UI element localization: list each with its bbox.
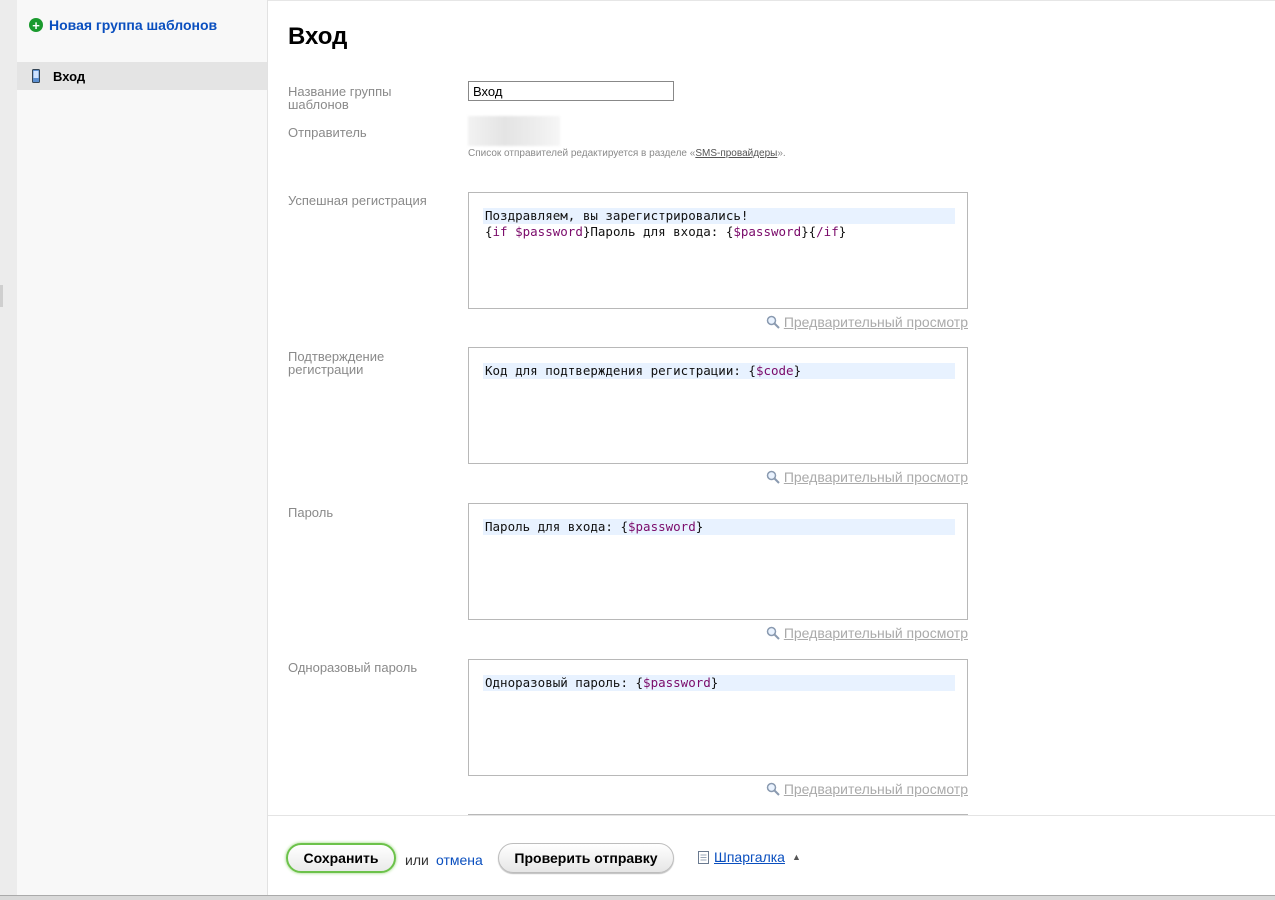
template-editor[interactable]: Пароль для входа: {$password} [468, 503, 968, 620]
template-text: Поздравляем, вы зарегистрировались! [485, 208, 749, 223]
page-title: Вход [288, 23, 348, 50]
magnifier-icon [766, 315, 780, 329]
sender-value-blurred [468, 116, 560, 146]
template-text: { [485, 224, 493, 239]
template-text: } [695, 519, 704, 534]
preview-label: Предварительный просмотр [783, 625, 968, 641]
cancel-link[interactable]: отмена [436, 852, 483, 868]
preview-link[interactable]: Предварительный просмотр [763, 314, 968, 330]
template-text: } [838, 224, 847, 239]
editor-line: Пароль для входа: {$password} [483, 519, 955, 535]
template-variable: $password [643, 675, 711, 690]
template-variable: $password [628, 519, 696, 534]
plus-circle-icon: + [29, 18, 43, 32]
main-panel: Вход Название группы шаблонов Отправител… [268, 0, 1275, 815]
editor-line: Одноразовый пароль: {$password} [483, 675, 955, 691]
sidebar: + Новая группа шаблонов Вход [17, 0, 268, 900]
magnifier-icon [766, 470, 780, 484]
preview-link[interactable]: Предварительный просмотр [763, 781, 968, 797]
preview-label: Предварительный просмотр [783, 469, 968, 485]
template-text: } [793, 363, 802, 378]
cheatsheet-label: Шпаргалка [714, 849, 785, 865]
template-variable: if $password [492, 224, 583, 239]
magnifier-icon [766, 782, 780, 796]
template-text: Пароль для входа: { [485, 519, 628, 534]
template-editor[interactable]: Поздравляем, вы зарегистрировались! {if $… [468, 192, 968, 309]
editor-line: Поздравляем, вы зарегистрировались! [483, 208, 955, 224]
template-label: Подтверждение регистрации [288, 349, 385, 377]
sidebar-item-label: Вход [53, 68, 86, 84]
document-icon [698, 850, 709, 864]
resize-notch [0, 285, 3, 307]
magnifier-icon [766, 626, 780, 640]
template-variable: $password [733, 224, 802, 239]
new-template-group-label: Новая группа шаблонов [49, 17, 218, 33]
editor-line: {if $password}Пароль для входа: {$passwo… [483, 224, 955, 240]
sidebar-item-login[interactable]: Вход [17, 62, 267, 90]
template-label: Пароль [288, 505, 334, 520]
template-text: Одноразовый пароль: { [485, 675, 644, 690]
preview-label: Предварительный просмотр [783, 781, 968, 797]
sender-hint-suffix: ». [777, 148, 786, 159]
action-footer: Сохранить или отмена Проверить отправку … [268, 815, 1275, 896]
phone-icon [32, 69, 40, 83]
template-editor[interactable]: Код для подтверждения регистрации: {$cod… [468, 347, 968, 464]
new-template-group-link[interactable]: + Новая группа шаблонов [29, 17, 217, 33]
save-button[interactable]: Сохранить [286, 843, 396, 873]
template-text: } [710, 675, 719, 690]
cheatsheet-link[interactable]: Шпаргалка ▲ [698, 849, 801, 865]
template-editor[interactable]: Одноразовый пароль: {$password} [468, 659, 968, 776]
template-text: }{ [801, 224, 817, 239]
preview-link[interactable]: Предварительный просмотр [763, 469, 968, 485]
preview-link[interactable]: Предварительный просмотр [763, 625, 968, 641]
sms-providers-link[interactable]: SMS-провайдеры [695, 148, 777, 159]
window-bottom-edge [0, 895, 1275, 900]
template-label: Успешная регистрация [288, 193, 427, 208]
or-text: или [405, 852, 429, 868]
preview-label: Предварительный просмотр [783, 314, 968, 330]
triangle-up-icon: ▲ [791, 852, 801, 862]
check-sending-button[interactable]: Проверить отправку [498, 843, 674, 873]
sender-hint: Список отправителей редактируется в разд… [468, 148, 786, 159]
editor-line: Код для подтверждения регистрации: {$cod… [483, 363, 955, 379]
template-label: Одноразовый пароль [288, 660, 418, 675]
group-name-label: Название группы шаблонов [288, 84, 392, 112]
sender-hint-prefix: Список отправителей редактируется в разд… [468, 148, 696, 159]
template-text: Код для подтверждения регистрации: { [485, 363, 756, 378]
template-variable: /if [816, 224, 839, 239]
sender-label: Отправитель [288, 125, 367, 140]
window-edge [0, 0, 17, 900]
template-variable: $code [755, 363, 794, 378]
template-text: }Пароль для входа: { [582, 224, 734, 239]
group-name-input[interactable] [468, 81, 674, 101]
